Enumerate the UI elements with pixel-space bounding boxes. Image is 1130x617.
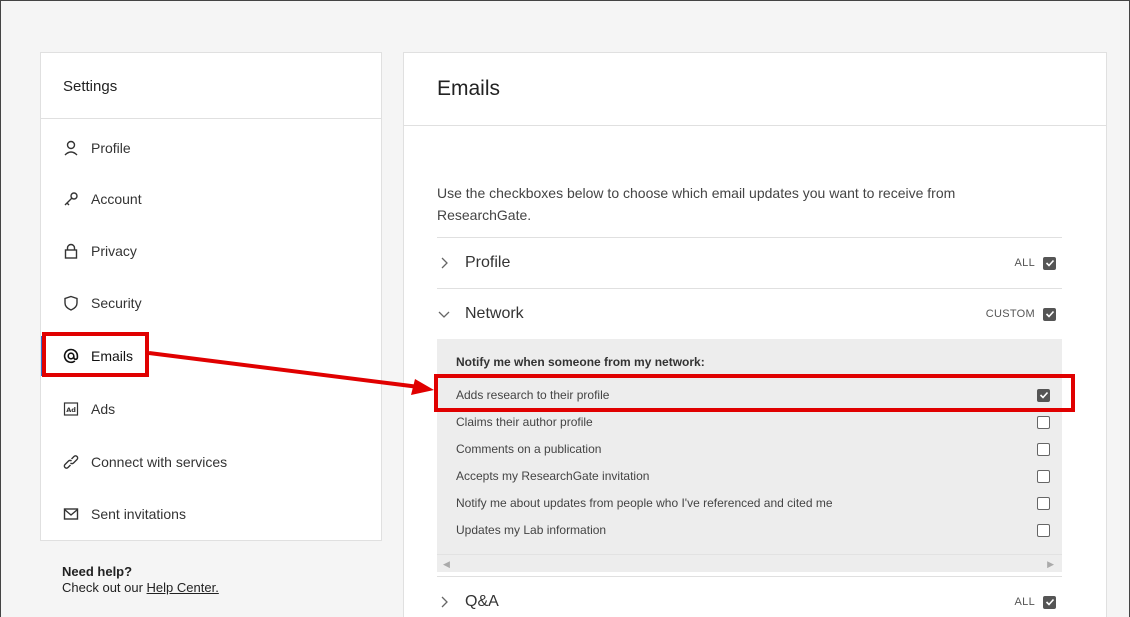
annotation-arrow xyxy=(148,351,434,395)
